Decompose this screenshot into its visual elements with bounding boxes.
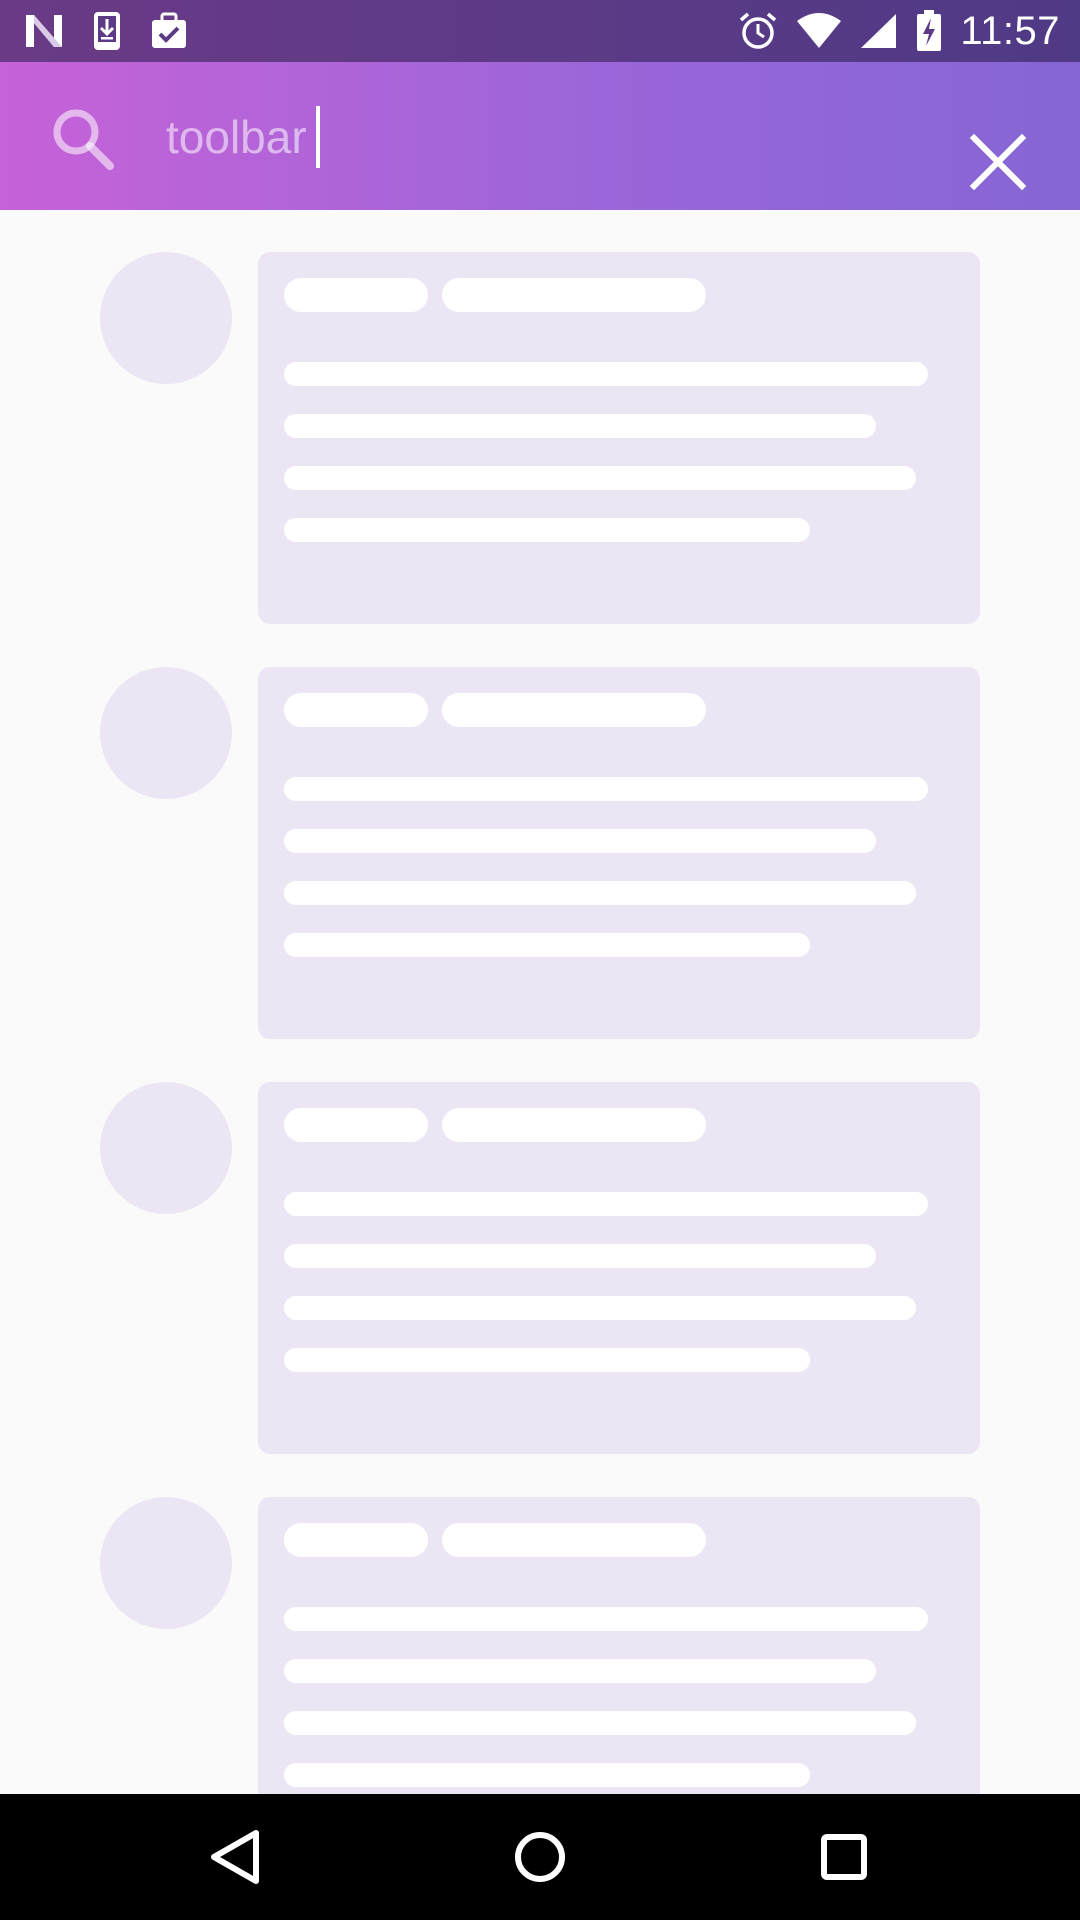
title-placeholder xyxy=(284,278,428,312)
title-placeholder xyxy=(284,1523,428,1557)
text-line-placeholder xyxy=(284,777,928,801)
text-line-placeholder xyxy=(284,881,916,905)
battery-charging-icon xyxy=(916,10,942,52)
list-item xyxy=(0,1040,1080,1454)
text-line-placeholder xyxy=(284,1763,810,1787)
list-item xyxy=(0,1455,1080,1794)
text-line-placeholder xyxy=(284,414,876,438)
text-line-placeholder xyxy=(284,362,928,386)
avatar-placeholder xyxy=(100,1082,232,1214)
text-line-placeholder xyxy=(284,1192,928,1216)
text-line-placeholder xyxy=(284,1659,876,1683)
n-logo-icon xyxy=(24,13,64,49)
title-placeholder xyxy=(284,693,428,727)
back-button[interactable] xyxy=(196,1817,276,1897)
text-line-placeholder xyxy=(284,829,876,853)
search-toolbar xyxy=(0,62,1080,210)
list-item xyxy=(0,625,1080,1039)
results-list xyxy=(0,210,1080,1794)
alarm-icon xyxy=(738,11,778,51)
home-button[interactable] xyxy=(500,1817,580,1897)
subtitle-placeholder xyxy=(442,1108,706,1142)
status-bar: 11:57 xyxy=(0,0,1080,62)
recents-icon xyxy=(804,1834,884,1901)
text-line-placeholder xyxy=(284,518,810,542)
signal-icon xyxy=(860,13,898,49)
navigation-bar xyxy=(0,1794,1080,1920)
title-placeholder xyxy=(284,1108,428,1142)
text-line-placeholder xyxy=(284,1296,916,1320)
text-line-placeholder xyxy=(284,1244,876,1268)
avatar-placeholder xyxy=(100,667,232,799)
avatar-placeholder xyxy=(100,252,232,384)
list-item xyxy=(0,210,1080,624)
search-icon[interactable] xyxy=(48,104,118,174)
text-line-placeholder xyxy=(284,1348,810,1372)
briefcase-check-icon xyxy=(150,12,190,50)
wifi-icon xyxy=(796,13,842,49)
home-icon xyxy=(500,1832,580,1901)
subtitle-placeholder xyxy=(442,693,706,727)
text-line-placeholder xyxy=(284,1607,928,1631)
recents-button[interactable] xyxy=(804,1817,884,1897)
text-cursor xyxy=(316,106,320,168)
search-input[interactable] xyxy=(166,102,926,172)
card-placeholder xyxy=(258,252,980,624)
back-icon xyxy=(196,1830,276,1901)
clock-time: 11:57 xyxy=(960,8,1060,53)
card-placeholder xyxy=(258,1497,980,1794)
subtitle-placeholder xyxy=(442,278,706,312)
text-line-placeholder xyxy=(284,933,810,957)
text-line-placeholder xyxy=(284,466,916,490)
close-button[interactable] xyxy=(960,124,1036,200)
download-icon xyxy=(92,10,122,52)
card-placeholder xyxy=(258,1082,980,1454)
subtitle-placeholder xyxy=(442,1523,706,1557)
card-placeholder xyxy=(258,667,980,1039)
avatar-placeholder xyxy=(100,1497,232,1629)
text-line-placeholder xyxy=(284,1711,916,1735)
close-icon xyxy=(960,133,1036,204)
